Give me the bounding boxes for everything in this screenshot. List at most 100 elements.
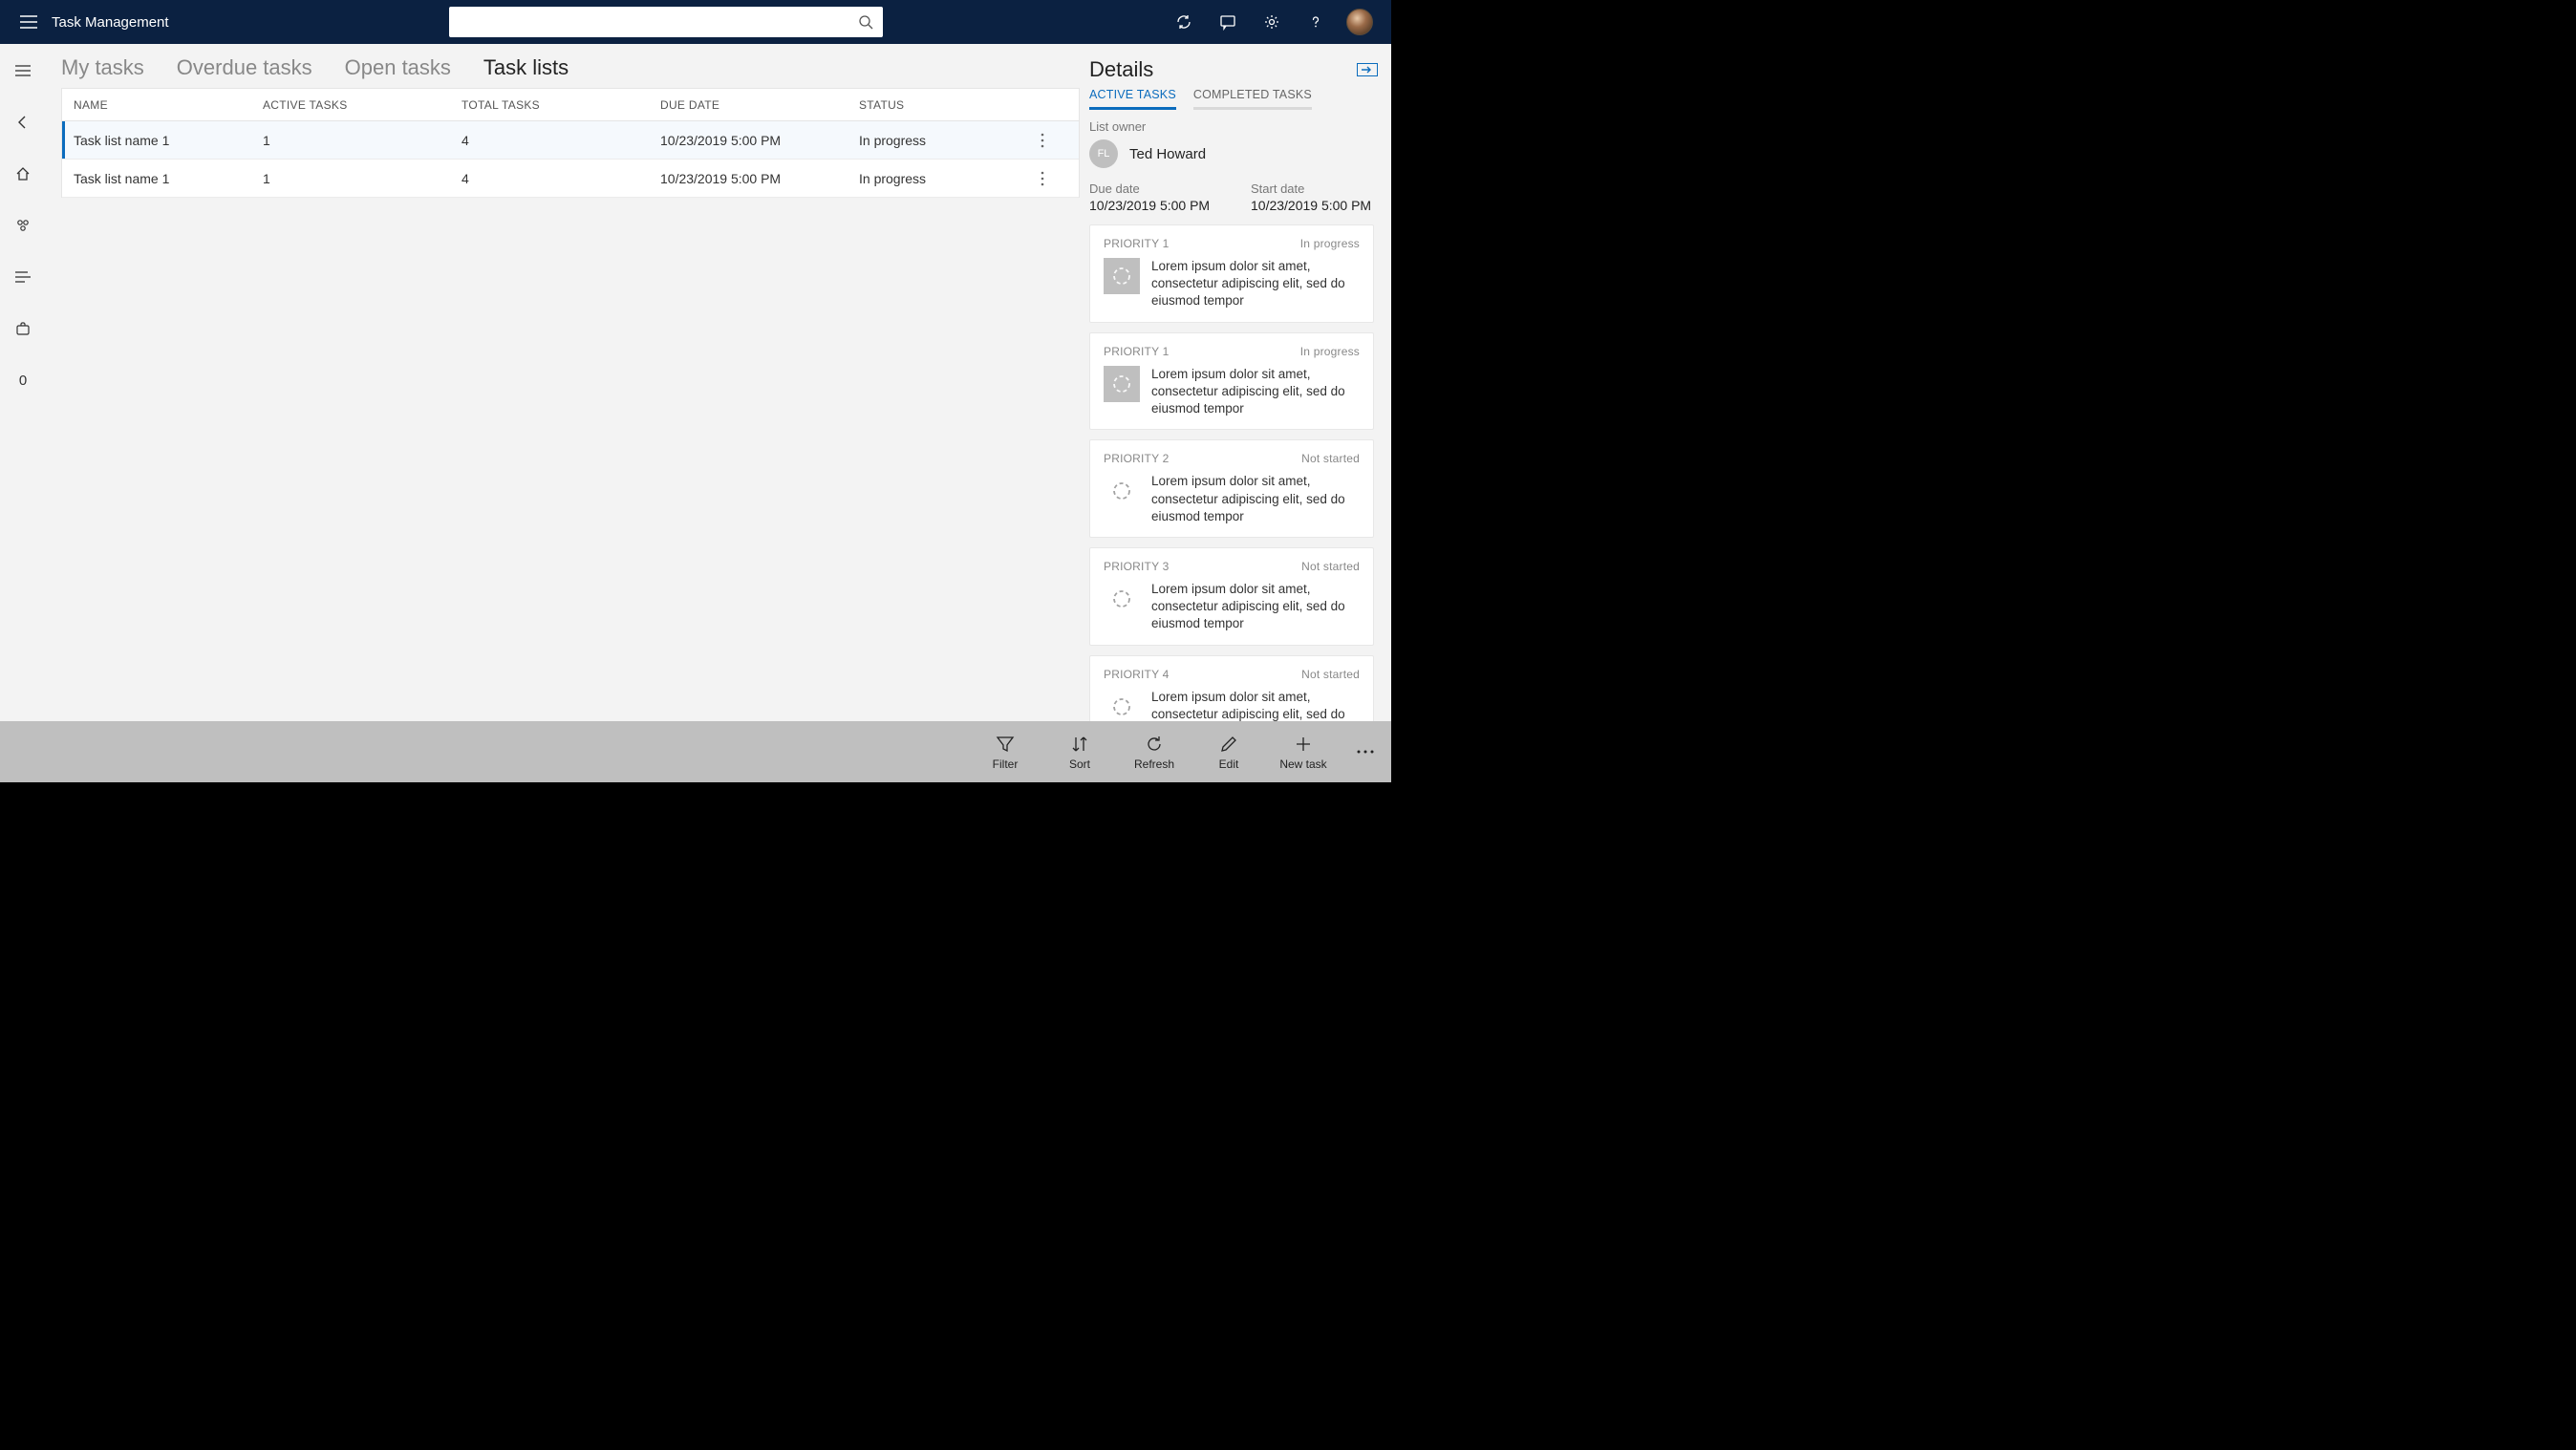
tab-open-tasks[interactable]: Open tasks	[345, 55, 451, 80]
task-card[interactable]: PRIORITY 1 In progress Lorem ipsum dolor …	[1089, 332, 1374, 431]
card-description: Lorem ipsum dolor sit amet, consectetur …	[1151, 366, 1360, 418]
cell-status: In progress	[859, 133, 1041, 148]
card-priority: PRIORITY 1	[1104, 345, 1169, 358]
tab-overdue-tasks[interactable]: Overdue tasks	[177, 55, 312, 80]
due-date-value: 10/23/2019 5:00 PM	[1089, 198, 1213, 213]
rail-back[interactable]	[4, 107, 42, 138]
help-button[interactable]	[1296, 2, 1336, 42]
task-card[interactable]: PRIORITY 2Not started Lorem ipsum dolor …	[1089, 439, 1374, 538]
edit-button[interactable]: Edit	[1200, 734, 1257, 771]
cell-active: 1	[263, 171, 462, 186]
col-header-name[interactable]: NAME	[62, 98, 263, 112]
sort-icon	[1070, 735, 1089, 754]
start-date-value: 10/23/2019 5:00 PM	[1251, 198, 1374, 213]
task-list-grid: NAME ACTIVE TASKS TOTAL TASKS DUE DATE S…	[61, 88, 1080, 198]
progress-thumbnail	[1104, 473, 1140, 509]
cell-status: In progress	[859, 171, 1041, 186]
owner-row: FL Ted Howard	[1089, 139, 1374, 168]
rail-home[interactable]	[4, 159, 42, 189]
cell-total: 4	[462, 133, 660, 148]
refresh-icon	[1145, 735, 1164, 754]
owner-avatar: FL	[1089, 139, 1118, 168]
app-title: Task Management	[52, 14, 169, 31]
filter-button[interactable]: Filter	[977, 734, 1034, 771]
col-header-total[interactable]: TOTAL TASKS	[462, 98, 660, 112]
collapse-icon	[1361, 66, 1374, 74]
details-tab-active[interactable]: ACTIVE TASKS	[1089, 88, 1176, 110]
task-card[interactable]: PRIORITY 4 Not started Lorem ipsum dolor …	[1089, 655, 1374, 721]
due-date-label: Due date	[1089, 181, 1213, 196]
tab-task-lists[interactable]: Task lists	[483, 55, 569, 80]
cell-name: Task list name 1	[62, 171, 263, 186]
col-header-active[interactable]: ACTIVE TASKS	[263, 98, 462, 112]
card-status: Not started	[1301, 560, 1360, 573]
new-task-button[interactable]: New task	[1275, 734, 1332, 771]
card-description: Lorem ipsum dolor sit amet, consectetur …	[1151, 581, 1360, 633]
table-row[interactable]: Task list name 1 1 4 10/23/2019 5:00 PM …	[62, 160, 1079, 198]
more-vertical-icon	[1041, 171, 1044, 186]
collapse-panel-button[interactable]	[1357, 63, 1378, 76]
sort-button[interactable]: Sort	[1051, 734, 1108, 771]
chat-button[interactable]	[1208, 2, 1248, 42]
plus-icon	[1294, 735, 1313, 754]
card-status: In progress	[1300, 345, 1360, 358]
more-commands-button[interactable]	[1349, 741, 1382, 762]
cell-due: 10/23/2019 5:00 PM	[660, 171, 859, 186]
chat-icon	[1219, 13, 1236, 31]
edit-icon	[1219, 735, 1238, 754]
help-icon	[1307, 13, 1324, 31]
row-more-button[interactable]	[1041, 171, 1079, 186]
rail-menu[interactable]	[4, 55, 42, 86]
card-status: Not started	[1301, 452, 1360, 465]
details-title: Details	[1089, 57, 1153, 82]
refresh-button[interactable]: Refresh	[1126, 734, 1183, 771]
cell-total: 4	[462, 171, 660, 186]
details-panel: Details ACTIVE TASKS COMPLETED TASKS Lis…	[1080, 44, 1391, 721]
task-card[interactable]: PRIORITY 1 In progress Lorem ipsum dolor …	[1089, 224, 1374, 323]
card-description: Lorem ipsum dolor sit amet, consectetur …	[1151, 473, 1360, 525]
card-description: Lorem ipsum dolor sit amet, consectetur …	[1151, 689, 1360, 721]
card-status: Not started	[1301, 668, 1360, 681]
more-vertical-icon	[1041, 133, 1044, 148]
grid-header: NAME ACTIVE TASKS TOTAL TASKS DUE DATE S…	[62, 89, 1079, 121]
progress-icon	[1111, 266, 1132, 287]
rail-modules[interactable]	[4, 210, 42, 241]
table-row[interactable]: Task list name 1 1 4 10/23/2019 5:00 PM …	[62, 121, 1079, 160]
hamburger-icon	[20, 15, 37, 29]
owner-label: List owner	[1089, 119, 1374, 134]
card-priority: PRIORITY 1	[1104, 237, 1169, 250]
list-icon	[15, 271, 31, 283]
user-avatar[interactable]	[1340, 2, 1380, 42]
home-icon	[15, 166, 31, 181]
search-icon	[858, 14, 873, 30]
rail-briefcase[interactable]	[4, 313, 42, 344]
owner-name: Ted Howard	[1129, 146, 1206, 162]
rail-count[interactable]: 0	[4, 365, 42, 395]
card-description: Lorem ipsum dolor sit amet, consectetur …	[1151, 258, 1360, 310]
col-header-status[interactable]: STATUS	[859, 98, 1041, 112]
settings-button[interactable]	[1252, 2, 1292, 42]
progress-thumbnail	[1104, 581, 1140, 617]
card-priority: PRIORITY 4	[1104, 668, 1169, 681]
filter-icon	[996, 735, 1015, 754]
progress-thumbnail	[1104, 258, 1140, 294]
menu-button[interactable]	[11, 5, 46, 39]
task-card[interactable]: PRIORITY 3Not started Lorem ipsum dolor …	[1089, 547, 1374, 646]
sync-button[interactable]	[1164, 2, 1204, 42]
col-header-due[interactable]: DUE DATE	[660, 98, 859, 112]
progress-icon	[1111, 480, 1132, 501]
progress-thumbnail	[1104, 366, 1140, 402]
search-input[interactable]	[459, 14, 858, 30]
card-status: In progress	[1300, 237, 1360, 250]
rail-list[interactable]	[4, 262, 42, 292]
top-nav-bar: Task Management	[0, 0, 1391, 44]
gear-icon	[1263, 13, 1280, 31]
cell-name: Task list name 1	[62, 133, 263, 148]
row-more-button[interactable]	[1041, 133, 1079, 148]
details-tab-completed[interactable]: COMPLETED TASKS	[1193, 88, 1312, 110]
search-box[interactable]	[449, 7, 883, 37]
view-tabs: My tasks Overdue tasks Open tasks Task l…	[61, 44, 1080, 88]
tab-my-tasks[interactable]: My tasks	[61, 55, 144, 80]
avatar-image	[1346, 9, 1373, 35]
progress-icon	[1111, 373, 1132, 394]
